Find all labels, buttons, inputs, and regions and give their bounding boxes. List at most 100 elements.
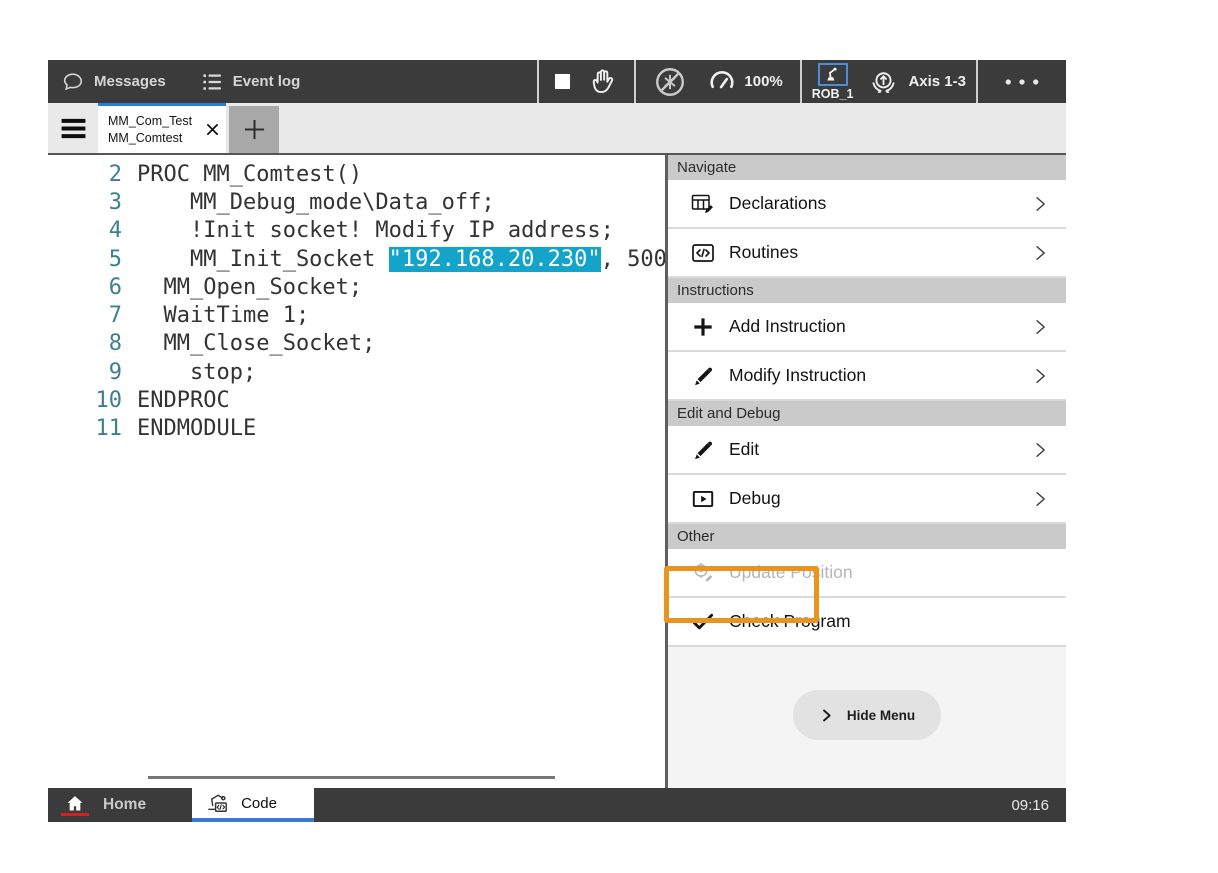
more-menu-button[interactable] — [978, 60, 1066, 103]
clock: 09:16 — [1011, 797, 1066, 814]
declarations-icon — [690, 191, 716, 217]
code-text: MM_Debug_mode\Data_off; — [137, 190, 495, 215]
home-active-underline — [61, 813, 89, 816]
chevron-right-icon — [1030, 440, 1050, 460]
chevron-right-icon — [1030, 366, 1050, 386]
event-log-button[interactable]: Event log — [200, 70, 301, 94]
stop-hand-group — [539, 60, 634, 103]
code-line[interactable]: 10ENDPROC — [48, 386, 665, 414]
home-icon-wrap — [61, 795, 89, 816]
event-log-label: Event log — [233, 73, 301, 90]
robot-selector[interactable]: ROB_1 — [812, 63, 854, 101]
code-text: WaitTime 1; — [137, 303, 309, 328]
code-line[interactable]: 7 WaitTime 1; — [48, 301, 665, 329]
tab-mm-com-test[interactable]: MM_Com_Test MM_Comtest — [98, 103, 226, 153]
axis-label[interactable]: Axis 1-3 — [908, 73, 966, 90]
line-number: 5 — [48, 247, 122, 272]
menu-item-add-instruction[interactable]: Add Instruction — [668, 303, 1066, 352]
line-number: 4 — [48, 218, 122, 243]
taskbar: Home Code 09:16 — [48, 788, 1066, 822]
chevron-right-icon — [1030, 489, 1050, 509]
menu-footer: Hide Menu — [668, 647, 1066, 788]
line-number: 11 — [48, 416, 122, 441]
selected-argument[interactable]: "192.168.20.230" — [389, 247, 601, 272]
menu-item-label: Edit — [729, 439, 759, 460]
line-number: 10 — [48, 388, 122, 413]
code-line[interactable]: 8 MM_Close_Socket; — [48, 330, 665, 358]
motors-off-icon[interactable] — [653, 65, 687, 99]
line-number: 9 — [48, 360, 122, 385]
code-editor[interactable]: 2PROC MM_Comtest()3 MM_Debug_mode\Data_o… — [48, 155, 668, 788]
chevron-right-icon — [1030, 243, 1050, 263]
chevron-right-icon — [819, 708, 834, 723]
code-tab-label: Code — [241, 795, 277, 812]
speed-button[interactable]: 100% — [707, 67, 782, 97]
topbar-left-group: Messages Event log — [48, 70, 300, 94]
speech-bubble-icon — [61, 70, 85, 94]
chevron-right-icon — [1030, 194, 1050, 214]
debug-play-icon — [690, 486, 716, 512]
flexpendant-window: Messages Event log 100% — [48, 60, 1066, 822]
menu-section-header-instructions: Instructions — [668, 278, 1066, 303]
check-icon — [690, 609, 716, 635]
menu-item-label: Add Instruction — [729, 316, 846, 337]
mechanical-unit-group: ROB_1 Axis 1-3 — [802, 60, 976, 103]
code-line[interactable]: 9 stop; — [48, 358, 665, 386]
line-number: 2 — [48, 162, 122, 187]
line-number: 7 — [48, 303, 122, 328]
taskbar-tab-code[interactable]: Code — [192, 788, 314, 822]
code-text: MM_Open_Socket; — [137, 275, 362, 300]
speed-value: 100% — [744, 73, 782, 90]
stop-square-icon[interactable] — [553, 72, 572, 91]
horizontal-scrollbar[interactable] — [148, 776, 555, 779]
code-line[interactable]: 6 MM_Open_Socket; — [48, 273, 665, 301]
code-line[interactable]: 2 PROC MM_Comtest() — [48, 160, 665, 188]
menu-item-label: Declarations — [729, 193, 826, 214]
code-text: !Init socket! Modify IP address; — [137, 218, 614, 243]
robot-selected-box — [818, 63, 848, 86]
robot-icon — [823, 65, 842, 84]
messages-label: Messages — [94, 73, 166, 90]
speed-gauge-icon — [707, 67, 737, 97]
tab-title-line2: MM_Comtest — [108, 130, 204, 147]
menu-item-modify-instruction[interactable]: Modify Instruction — [668, 352, 1066, 401]
code-line[interactable]: 3 MM_Debug_mode\Data_off; — [48, 188, 665, 216]
menu-section-header-navigate: Navigate — [668, 155, 1066, 180]
menu-item-check-program[interactable]: Check Program — [668, 598, 1066, 647]
top-status-bar: Messages Event log 100% — [48, 60, 1066, 103]
code-line[interactable]: 11 ENDMODULE — [48, 415, 665, 443]
close-icon[interactable] — [204, 121, 221, 138]
code-text: ENDMODULE — [137, 416, 256, 441]
hand-jog-icon[interactable] — [588, 66, 620, 98]
document-tab-bar: MM_Com_Test MM_Comtest — [48, 103, 1066, 155]
messages-button[interactable]: Messages — [61, 70, 166, 94]
pencil-icon — [690, 437, 716, 463]
plus-icon — [241, 116, 268, 143]
motor-speed-group: 100% — [636, 60, 799, 103]
event-log-icon — [200, 70, 224, 94]
menu-item-label: Check Program — [729, 611, 851, 632]
new-tab-button[interactable] — [229, 106, 279, 153]
menu-item-debug[interactable]: Debug — [668, 475, 1066, 524]
plus-icon — [690, 314, 716, 340]
code-text: MM_Close_Socket; — [137, 331, 375, 356]
home-button[interactable]: Home — [48, 788, 166, 822]
axis-rotate-icon[interactable] — [867, 65, 900, 98]
hide-menu-button[interactable]: Hide Menu — [793, 690, 941, 740]
menu-section-header-other: Other — [668, 524, 1066, 549]
code-line[interactable]: 4 !Init socket! Modify IP address; — [48, 217, 665, 245]
line-number: 3 — [48, 190, 122, 215]
update-position-icon — [690, 560, 716, 586]
menu-sections: Navigate Declarations RoutinesInstructions… — [668, 155, 1066, 647]
menu-item-label: Debug — [729, 488, 781, 509]
menu-item-edit[interactable]: Edit — [668, 426, 1066, 475]
file-menu-button[interactable] — [48, 103, 98, 153]
menu-item-routines[interactable]: Routines — [668, 229, 1066, 278]
menu-item-update-position: Update Position — [668, 549, 1066, 598]
main-area: 2PROC MM_Comtest()3 MM_Debug_mode\Data_o… — [48, 155, 1066, 788]
menu-item-declarations[interactable]: Declarations — [668, 180, 1066, 229]
code-text: stop; — [137, 360, 256, 385]
code-text: PROC MM_Comtest() — [137, 162, 362, 187]
routines-icon — [690, 240, 716, 266]
code-line[interactable]: 5 MM_Init_Socket "192.168.20.230", 500 — [48, 245, 665, 273]
